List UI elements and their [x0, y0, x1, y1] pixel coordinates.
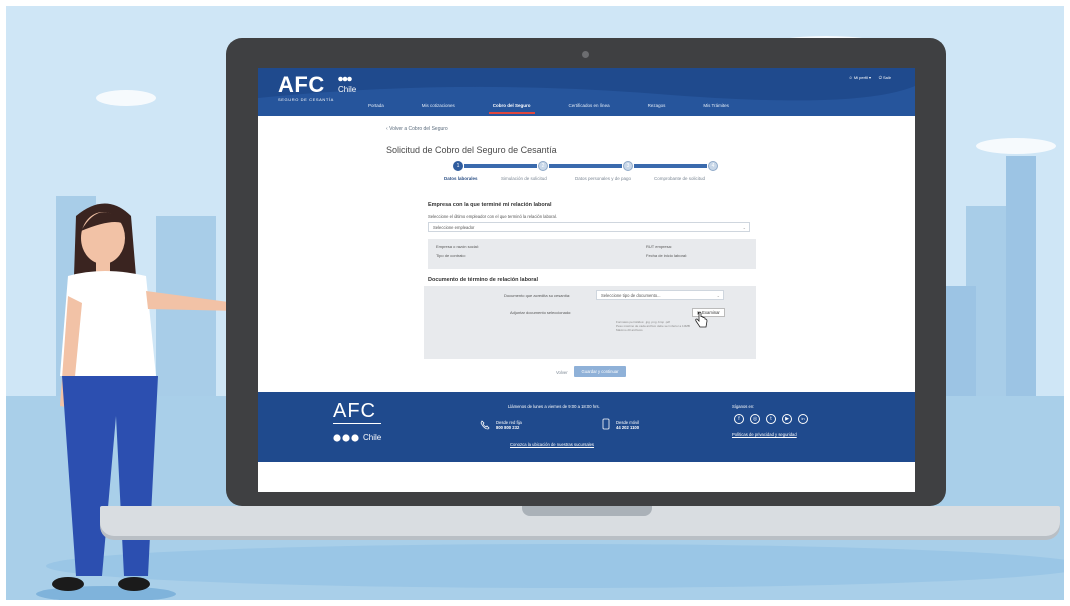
stepper-labels: Datos laborales Simulación de solicitud … — [438, 176, 738, 184]
user-menu-label: Mi perfil — [853, 75, 868, 80]
nav-portada[interactable]: Portada — [368, 103, 384, 111]
page-title: Solicitud de Cobro del Seguro de Cesantí… — [386, 145, 557, 155]
step-connector — [549, 164, 622, 168]
main-nav: Portada Mis cotizaciones Cobro del Segur… — [368, 103, 767, 114]
step-1-label: Datos laborales — [444, 176, 478, 181]
browser-screen: AFC Chile SEGURO DE CESANTÍA ☺ Mi perfil… — [258, 68, 915, 492]
nav-rezagos[interactable]: Rezagos — [648, 103, 666, 111]
contract-label: Tipo de contrato: — [436, 253, 466, 258]
employer-section-title: Empresa con la que terminé mi relación l… — [428, 202, 552, 208]
step-2-indicator: 2 — [538, 161, 548, 171]
start-date-label: Fecha de inicio laboral: — [646, 253, 688, 258]
laptop-notch — [522, 506, 652, 516]
site-header: AFC Chile SEGURO DE CESANTÍA ☺ Mi perfil… — [258, 68, 915, 116]
progress-stepper: 1 2 3 4 — [453, 161, 723, 173]
privacy-link[interactable]: Políticas de privacidad y seguridad — [732, 432, 797, 437]
instagram-icon[interactable]: ◎ — [750, 414, 760, 424]
user-menu[interactable]: ☺ Mi perfil ▾ — [849, 75, 871, 80]
footer-hours: Llámenos de lunes a viernes de 9:00 a 18… — [508, 404, 600, 409]
nav-mis-cotizaciones[interactable]: Mis cotizaciones — [422, 103, 455, 111]
employer-select-value: Seleccione empleador — [433, 225, 475, 230]
landline-number: 800 800 232 — [496, 425, 520, 430]
footer-logo-country: Chile — [363, 433, 382, 442]
facebook-icon[interactable]: f — [734, 414, 744, 424]
twitter-icon[interactable]: t — [766, 414, 776, 424]
footer-logo: AFC Chile — [333, 400, 381, 442]
branches-link[interactable]: Conozca la ubicación de nuestras sucursa… — [510, 442, 594, 447]
logo-wordmark: AFC — [278, 72, 325, 97]
footer-logo-wordmark: AFC — [333, 400, 376, 422]
chevron-down-icon: ⌄ — [716, 293, 720, 298]
rut-label: RUT empresa: — [646, 244, 672, 249]
max-files-note: Máximo 20 archivos — [616, 328, 643, 332]
doc-type-select-value: Seleccione tipo de documento... — [601, 293, 661, 298]
attach-label: Adjuntar documento seleccionado: — [510, 310, 572, 315]
doc-type-select[interactable]: Seleccione tipo de documento... ⌄ — [596, 290, 724, 300]
power-icon: ⏻ — [878, 75, 882, 80]
company-label: Empresa o razón social: — [436, 244, 479, 249]
chevron-down-icon: ▾ — [868, 75, 871, 80]
step-connector — [634, 164, 707, 168]
nav-mis-tramites[interactable]: Mis Trámites — [703, 103, 729, 111]
exit-label: Salir — [882, 75, 891, 80]
step-4-indicator: 4 — [708, 161, 718, 171]
back-link-label: Volver a Cobro del Seguro — [389, 126, 448, 132]
footer-logo-line — [333, 423, 381, 424]
afc-logo[interactable]: AFC Chile SEGURO DE CESANTÍA — [278, 72, 356, 103]
hand-pointer-icon — [695, 312, 708, 328]
save-continue-button[interactable]: Guardar y continuar — [574, 366, 626, 377]
document-section-title: Documento de término de relación laboral — [428, 277, 539, 283]
nav-cobro-del-seguro[interactable]: Cobro del Seguro — [488, 103, 535, 114]
employer-info-panel: Empresa o razón social: Tipo de contrato… — [428, 239, 756, 269]
webcam-icon — [582, 51, 589, 58]
nav-certificados[interactable]: Certificados en línea — [569, 103, 610, 111]
employer-select[interactable]: Seleccione empleador ⌄ — [428, 222, 750, 232]
user-icon: ☺ — [848, 75, 853, 80]
phone-icon — [480, 420, 490, 430]
mobile-number: 44 202 1100 — [616, 425, 640, 430]
mobile-icon — [602, 418, 610, 430]
site-footer: AFC Chile Llámenos de lunes a viernes de… — [258, 392, 915, 462]
logo-dots-icon — [338, 76, 352, 82]
employer-hint: Seleccione el último empleador con el qu… — [428, 214, 557, 219]
back-button[interactable]: Volver — [556, 370, 568, 375]
follow-us-label: Síganos en: — [732, 404, 755, 409]
linkedin-icon[interactable]: in — [798, 414, 808, 424]
exit-button[interactable]: ⏻ Salir — [879, 75, 891, 80]
step-connector — [464, 164, 537, 168]
youtube-icon[interactable]: ▶ — [782, 414, 792, 424]
chevron-left-icon: ‹ — [386, 126, 388, 132]
step-3-label: Datos personales y de pago — [575, 176, 632, 181]
step-4-label: Comprobante de solicitud — [654, 176, 706, 181]
document-panel: Documento que acredita su cesantía: Sele… — [424, 286, 756, 359]
step-1-indicator: 1 — [453, 161, 463, 171]
step-2-label: Simulación de solicitud — [501, 176, 547, 181]
doc-type-label: Documento que acredita su cesantía: — [504, 293, 571, 298]
logo-country: Chile — [338, 85, 357, 94]
back-link[interactable]: ‹ Volver a Cobro del Seguro — [386, 126, 448, 132]
step-3-indicator: 3 — [623, 161, 633, 171]
chevron-down-icon: ⌄ — [742, 225, 746, 230]
logo-subtitle: SEGURO DE CESANTÍA — [278, 97, 334, 102]
footer-logo-dots-icon — [333, 434, 359, 442]
